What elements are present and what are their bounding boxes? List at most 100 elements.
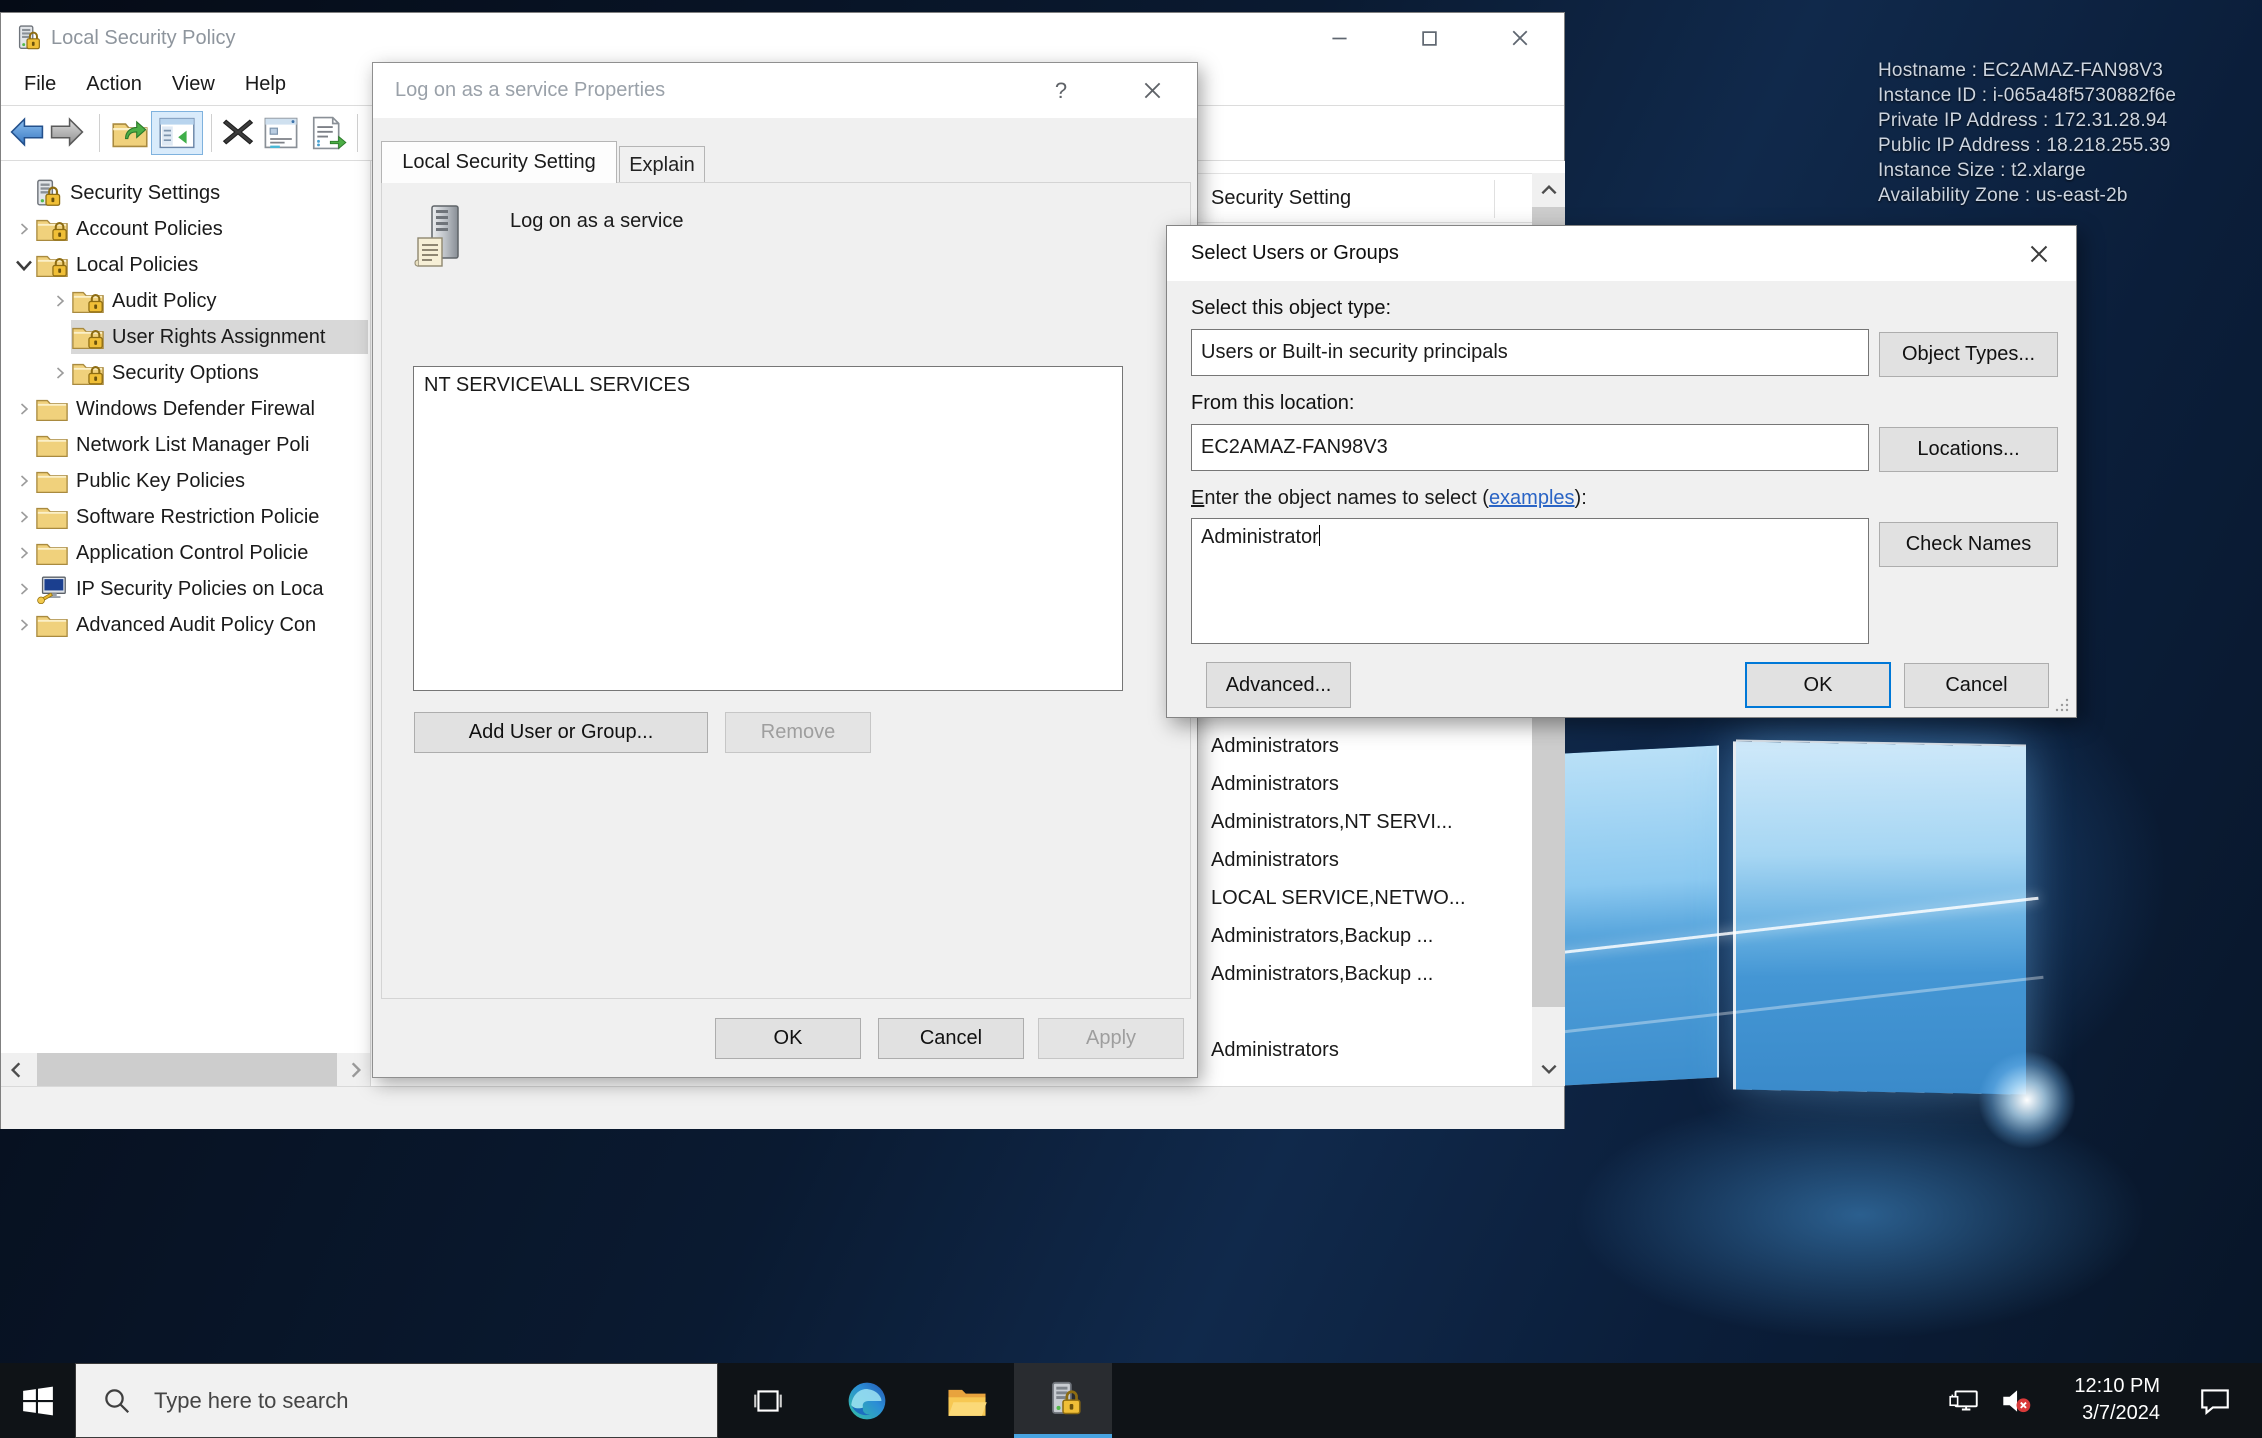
scroll-down-icon[interactable] bbox=[1532, 1052, 1565, 1086]
security-setting-column-header[interactable]: Security Setting bbox=[1211, 174, 1351, 222]
back-icon[interactable] bbox=[9, 116, 45, 153]
close-icon[interactable] bbox=[2014, 226, 2064, 281]
tree-item-user-rights-assignment[interactable]: User Rights Assignment bbox=[1, 319, 370, 355]
tree-item-advanced-audit-policy-con[interactable]: Advanced Audit Policy Con bbox=[1, 607, 370, 643]
toolbar-separator bbox=[211, 114, 212, 152]
task-view-button[interactable] bbox=[736, 1363, 800, 1438]
taskbar-local-security-policy[interactable] bbox=[1014, 1363, 1112, 1438]
export-folder-icon[interactable] bbox=[111, 116, 149, 155]
tree-item-public-key-policies[interactable]: Public Key Policies bbox=[1, 463, 370, 499]
folder-lock-icon bbox=[71, 287, 105, 316]
search-icon bbox=[102, 1386, 132, 1416]
check-names-button[interactable]: Check Names bbox=[1879, 522, 2058, 567]
security-setting-value: Administrators bbox=[1211, 841, 1339, 879]
expander-expanded-icon[interactable] bbox=[13, 258, 35, 272]
expander-collapsed-icon[interactable] bbox=[13, 546, 35, 560]
advanced-button[interactable]: Advanced... bbox=[1206, 662, 1351, 708]
tab-explain[interactable]: Explain bbox=[619, 146, 705, 183]
tree-item-label: IP Security Policies on Loca bbox=[76, 578, 324, 601]
tree-item-audit-policy[interactable]: Audit Policy bbox=[1, 283, 370, 319]
expander-collapsed-icon[interactable] bbox=[13, 402, 35, 416]
tree-item-label: User Rights Assignment bbox=[112, 326, 325, 349]
network-tray-icon[interactable] bbox=[1938, 1363, 1990, 1438]
wallpaper-star-glow bbox=[1962, 1035, 2092, 1165]
members-listbox[interactable]: NT SERVICE\ALL SERVICES bbox=[413, 366, 1123, 691]
tab-local-security-setting[interactable]: Local Security Setting bbox=[381, 141, 617, 183]
expander-collapsed-icon[interactable] bbox=[49, 366, 71, 380]
action-center-icon[interactable] bbox=[2186, 1363, 2244, 1438]
forward-icon[interactable] bbox=[49, 116, 85, 153]
locations-button[interactable]: Locations... bbox=[1879, 427, 2058, 472]
dialog-titlebar[interactable]: Log on as a service Properties ? bbox=[373, 63, 1197, 118]
expander-collapsed-icon[interactable] bbox=[13, 582, 35, 596]
local-security-policy-icon bbox=[13, 24, 41, 52]
search-placeholder: Type here to search bbox=[154, 1388, 348, 1414]
tree-item-network-list-manager-poli[interactable]: Network List Manager Poli bbox=[1, 427, 370, 463]
close-icon[interactable] bbox=[1130, 63, 1174, 118]
add-user-or-group-button[interactable]: Add User or Group... bbox=[414, 712, 708, 753]
expander-collapsed-icon[interactable] bbox=[49, 294, 71, 308]
minimize-button[interactable] bbox=[1311, 13, 1367, 63]
ok-button[interactable]: OK bbox=[715, 1018, 861, 1059]
folder-lock-icon bbox=[35, 251, 69, 280]
window-titlebar[interactable]: Local Security Policy bbox=[1, 13, 1564, 63]
menu-action[interactable]: Action bbox=[71, 63, 157, 106]
apply-button[interactable]: Apply bbox=[1038, 1018, 1184, 1059]
policy-name: Log on as a service bbox=[510, 210, 683, 233]
folder-icon bbox=[35, 539, 69, 568]
tree-item-ip-security-policies-on-loca[interactable]: IP Security Policies on Loca bbox=[1, 571, 370, 607]
scroll-left-icon[interactable] bbox=[1, 1053, 31, 1086]
expander-collapsed-icon[interactable] bbox=[13, 222, 35, 236]
menu-file[interactable]: File bbox=[9, 63, 71, 106]
tree-item-account-policies[interactable]: Account Policies bbox=[1, 211, 370, 247]
column-divider[interactable] bbox=[1494, 180, 1495, 218]
taskbar-clock[interactable]: 12:10 PM 3/7/2024 bbox=[2048, 1373, 2160, 1427]
help-button[interactable]: ? bbox=[1039, 63, 1083, 118]
export-list-icon[interactable] bbox=[309, 116, 347, 155]
ok-button[interactable]: OK bbox=[1745, 662, 1891, 708]
delete-icon[interactable] bbox=[221, 116, 255, 153]
sysinfo-line: Instance Size : t2.xlarge bbox=[1878, 158, 2176, 183]
maximize-button[interactable] bbox=[1401, 13, 1457, 63]
toolbar-separator bbox=[357, 114, 358, 152]
location-field[interactable]: EC2AMAZ-FAN98V3 bbox=[1191, 424, 1869, 471]
remove-button[interactable]: Remove bbox=[725, 712, 871, 753]
scroll-up-icon[interactable] bbox=[1532, 173, 1565, 207]
expander-collapsed-icon[interactable] bbox=[13, 618, 35, 632]
scrollbar-thumb[interactable] bbox=[37, 1053, 337, 1086]
clock-date: 3/7/2024 bbox=[2048, 1400, 2160, 1427]
folder-icon bbox=[35, 395, 69, 424]
properties-icon[interactable] bbox=[263, 116, 299, 155]
folder-icon bbox=[35, 431, 69, 460]
expander-collapsed-icon[interactable] bbox=[13, 474, 35, 488]
menu-help[interactable]: Help bbox=[230, 63, 301, 106]
volume-muted-icon[interactable] bbox=[1990, 1363, 2042, 1438]
expander-collapsed-icon[interactable] bbox=[13, 510, 35, 524]
show-console-tree-toggle[interactable] bbox=[151, 111, 203, 155]
menu-view[interactable]: View bbox=[157, 63, 230, 106]
tree-item-security-settings[interactable]: Security Settings bbox=[1, 175, 370, 211]
object-types-button[interactable]: Object Types... bbox=[1879, 332, 2058, 377]
tree-item-windows-defender-firewal[interactable]: Windows Defender Firewal bbox=[1, 391, 370, 427]
tree-horizontal-scrollbar[interactable] bbox=[1, 1053, 371, 1086]
member-item[interactable]: NT SERVICE\ALL SERVICES bbox=[414, 367, 1122, 397]
start-button[interactable] bbox=[0, 1363, 75, 1438]
tree-item-application-control-policie[interactable]: Application Control Policie bbox=[1, 535, 370, 571]
taskbar-search-input[interactable]: Type here to search bbox=[75, 1363, 718, 1438]
cancel-button[interactable]: Cancel bbox=[878, 1018, 1024, 1059]
close-button[interactable] bbox=[1492, 13, 1548, 63]
dialog-titlebar[interactable]: Select Users or Groups bbox=[1167, 226, 2076, 281]
tree-item-local-policies[interactable]: Local Policies bbox=[1, 247, 370, 283]
tree-item-security-options[interactable]: Security Options bbox=[1, 355, 370, 391]
edge-browser-icon[interactable] bbox=[832, 1363, 902, 1438]
tree-item-software-restriction-policie[interactable]: Software Restriction Policie bbox=[1, 499, 370, 535]
scroll-right-icon[interactable] bbox=[341, 1053, 371, 1086]
window-title: Local Security Policy bbox=[51, 13, 236, 63]
file-explorer-icon[interactable] bbox=[932, 1363, 1002, 1438]
cancel-button[interactable]: Cancel bbox=[1904, 663, 2049, 708]
examples-link[interactable]: examples bbox=[1489, 487, 1575, 509]
object-names-input[interactable]: Administrator bbox=[1191, 518, 1869, 644]
object-type-field[interactable]: Users or Built-in security principals bbox=[1191, 329, 1869, 376]
console-tree: Advanced Audit Policy Con IP Security Pol… bbox=[1, 161, 371, 1086]
resize-grip[interactable] bbox=[2054, 696, 2070, 712]
